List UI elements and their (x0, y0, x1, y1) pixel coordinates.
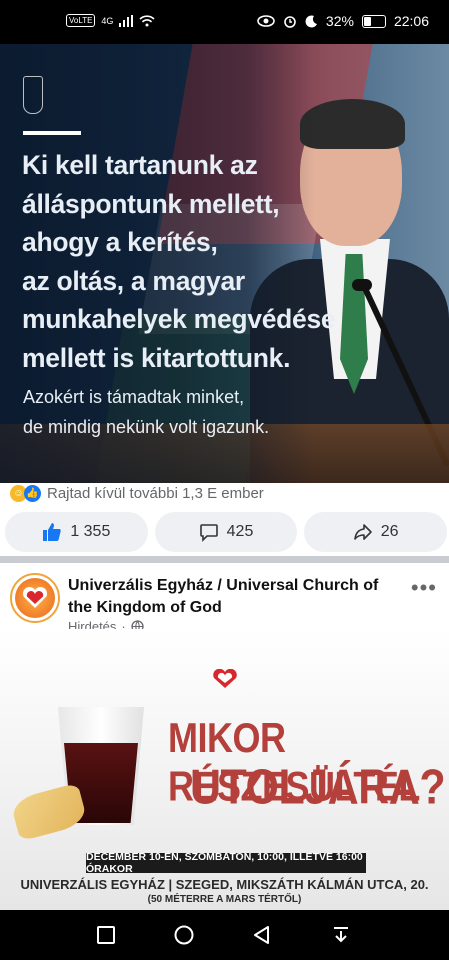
quote-subline: Azokért is támadtak minket, de mindig ne… (23, 387, 270, 437)
home-icon[interactable] (173, 924, 195, 946)
network-type: 4G (101, 15, 114, 26)
ad-image[interactable]: MIKOR RÉSZESÜLTÉL UTOLJÁRA? DECEMBER 10-… (0, 629, 449, 910)
battery-icon (361, 14, 386, 28)
bread (9, 782, 89, 842)
feed-divider (0, 556, 449, 563)
heart-logo-icon (22, 587, 48, 608)
share-icon (353, 524, 372, 540)
clock: 22:06 (393, 13, 429, 29)
accent-bar (23, 131, 81, 135)
like-count: 1 355 (70, 523, 111, 540)
status-bar: VoLTE 4G 32% 22:06 (0, 0, 449, 44)
eye-icon (257, 15, 275, 27)
avatar[interactable] (10, 573, 60, 623)
comment-icon (199, 524, 218, 542)
reactions-summary[interactable]: ☺ 👍 Rajtad kívül további 1,3 E ember (10, 485, 264, 502)
status-right: 32% 22:06 (257, 13, 429, 29)
like-reaction-icon: 👍 (24, 485, 41, 502)
comment-button[interactable]: 425 (154, 512, 298, 552)
page-name[interactable]: Univerzális Egyház / Universal Church of… (68, 575, 398, 619)
recents-icon[interactable] (95, 924, 117, 946)
moon-icon (305, 14, 317, 27)
ad-title-line2: UTOLJÁRA? (190, 760, 446, 816)
quote-headline: Ki kell tartanunk az álláspontunk mellet… (22, 150, 336, 373)
back-icon[interactable] (251, 924, 273, 946)
signal-icon (119, 14, 134, 27)
share-count: 26 (380, 523, 399, 540)
ad-address: UNIVERZÁLIS EGYHÁZ | SZEGED, MIKSZÁTH KÁ… (20, 877, 429, 892)
status-left: VoLTE 4G (66, 14, 155, 27)
battery-percent: 32% (325, 13, 354, 29)
heart-logo-icon (213, 669, 237, 688)
like-icon (43, 523, 61, 541)
system-nav-bar (0, 910, 449, 960)
notification-pull-icon[interactable] (330, 924, 352, 946)
alarm-icon (284, 16, 296, 28)
more-icon[interactable]: ••• (411, 575, 437, 601)
reactions-text: Rajtad kívül további 1,3 E ember (47, 485, 264, 502)
ad-date-band: DECEMBER 10-ÉN, SZOMBATON, 10:00, ILLETV… (86, 851, 366, 875)
wifi-icon (139, 14, 155, 26)
volte-badge: VoLTE (66, 14, 96, 27)
post-actions: 1 355 425 26 (5, 512, 448, 552)
share-button[interactable]: 26 (304, 512, 448, 552)
like-button[interactable]: 1 355 (5, 512, 148, 552)
comment-count: 425 (226, 523, 254, 540)
ad-note: (50 MÉTERRE A MARS TÉRTŐL) (147, 894, 302, 905)
post-image[interactable]: Ki kell tartanunk az álláspontunk mellet… (0, 44, 449, 483)
coat-of-arms-icon (23, 76, 43, 114)
